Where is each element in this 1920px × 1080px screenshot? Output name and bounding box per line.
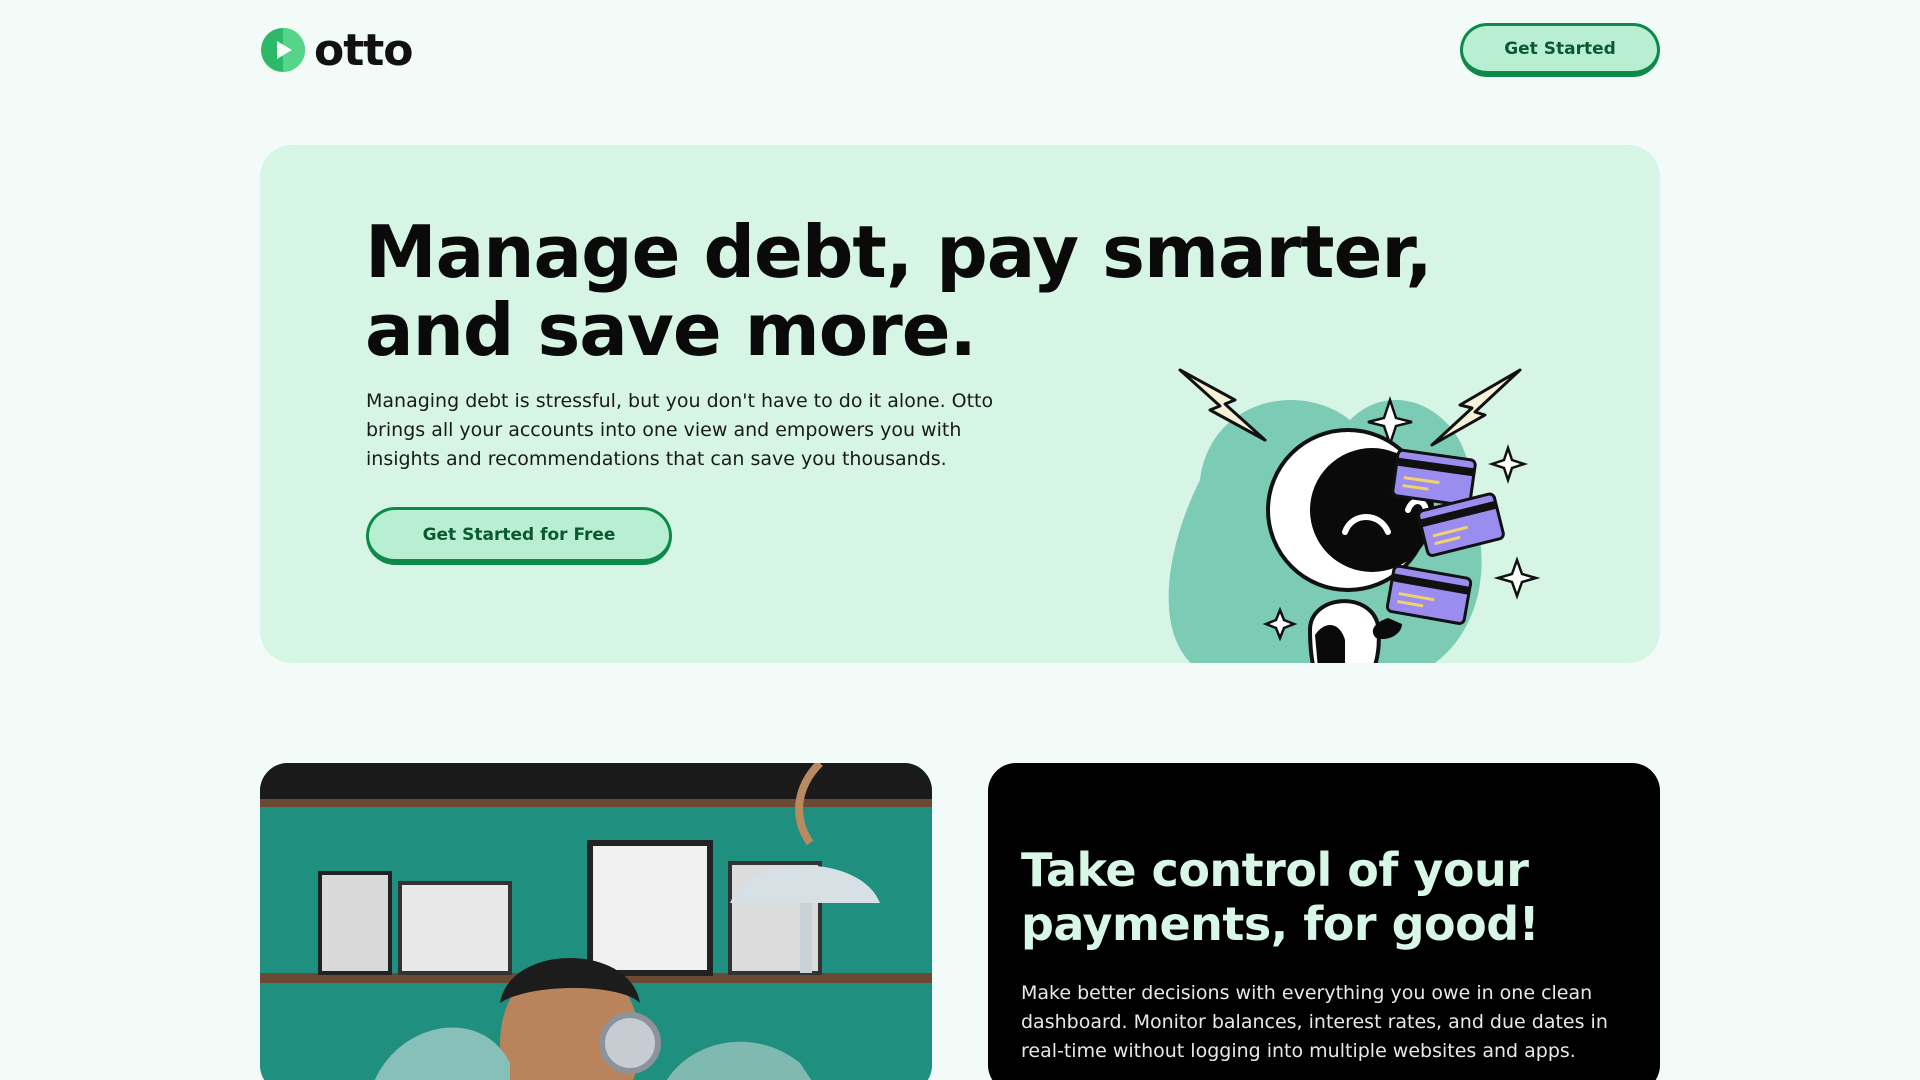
get-started-free-button[interactable]: Get Started for Free [366, 507, 672, 565]
feature-card: Take control of your payments, for good!… [988, 763, 1660, 1080]
hero-subtitle: Managing debt is stressful, but you don'… [366, 390, 994, 470]
otto-logo-icon [261, 28, 305, 72]
man-with-headphones-image [260, 763, 932, 1080]
get-started-button[interactable]: Get Started [1460, 23, 1660, 77]
logo[interactable]: otto [260, 24, 414, 76]
logo-text: otto [314, 24, 414, 76]
site-header: otto Get Started [260, 20, 1660, 80]
robot-with-credit-cards-illustration [1168, 368, 1541, 663]
feature-title: Take control of your payments, for good! [1021, 843, 1540, 951]
hero-title: Manage debt, pay smarter, and save more. [365, 210, 1433, 372]
hero-section: Manage debt, pay smarter, and save more.… [260, 145, 1660, 663]
lifestyle-photo [260, 763, 932, 1080]
feature-body: Make better decisions with everything yo… [1021, 982, 1608, 1062]
